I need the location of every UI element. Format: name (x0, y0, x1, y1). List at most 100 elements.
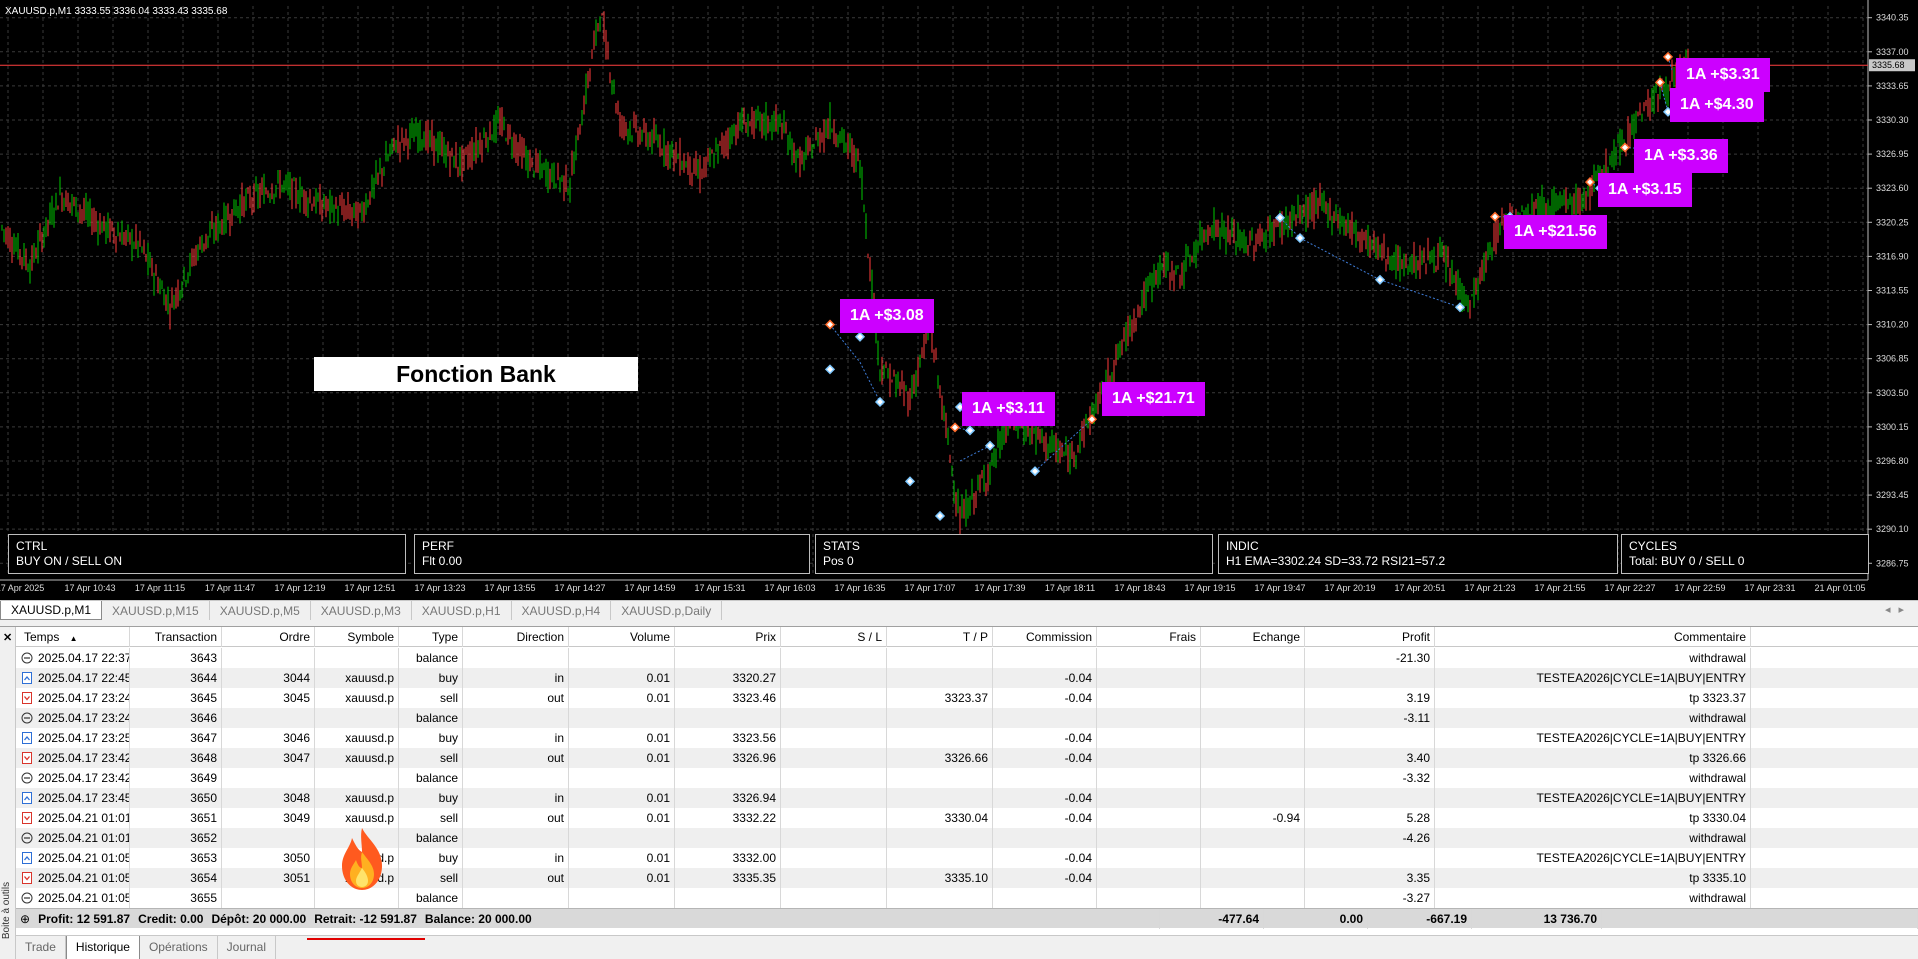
chart-tab-m3[interactable]: XAUUSD.p,M3 (311, 601, 412, 620)
cell-value: -0.94 (1272, 811, 1300, 825)
table-row[interactable]: 2025.04.17 23:45:00 3650 3048 xauusd.p buy in… (16, 788, 1918, 808)
column-header-profit[interactable]: Profit (1305, 627, 1435, 647)
time-tick-label: 17 Apr 22:27 (1604, 583, 1655, 593)
trading-terminal: 3340.35 3337.00 3333.65 3330.30 3326.95 3323.… (0, 0, 1918, 959)
column-header-label: S / L (857, 630, 882, 644)
table-row[interactable]: 2025.04.21 01:01:00 3651 3049 xauusd.p sell o… (16, 808, 1918, 828)
column-header-prix[interactable]: Prix (675, 627, 781, 647)
panel-line: Pos 0 (823, 554, 854, 568)
cell-value: 3646 (190, 711, 217, 725)
table-row[interactable]: 2025.04.21 01:01:00 3652 balance -4.26 withd… (16, 828, 1918, 848)
column-header-volume[interactable]: Volume (569, 627, 675, 647)
cell-type: balance (399, 648, 463, 668)
chart-tab-daily[interactable]: XAUUSD.p,Daily (611, 601, 723, 620)
table-row[interactable]: 2025.04.17 22:45:00 3644 3044 xauusd.p buy in… (16, 668, 1918, 688)
bank-function-label: Fonction Bank (314, 357, 638, 391)
column-header-ordre[interactable]: Ordre (222, 627, 315, 647)
buy-deal-icon (22, 852, 32, 864)
cell-profit: 5.28 (1305, 808, 1435, 828)
price-tick-label: 3326.95 (1876, 149, 1909, 159)
column-header-label: Direction (516, 630, 564, 644)
cell-value: -3.27 (1402, 891, 1430, 905)
cell-prix: 3326.96 (675, 748, 781, 768)
expand-icon[interactable]: ⊕ (20, 912, 30, 926)
tab-journal[interactable]: Journal (218, 936, 276, 959)
balance-icon (21, 652, 33, 664)
table-row[interactable]: 2025.04.17 23:25:00 3647 3046 xauusd.p buy in… (16, 728, 1918, 748)
time-tick-label: 17 Apr 11:47 (205, 583, 255, 593)
cell-transaction: 3645 (130, 688, 222, 708)
chart-tab-m15[interactable]: XAUUSD.p,M15 (102, 601, 210, 620)
table-row[interactable]: 2025.04.17 23:42:27 3649 balance -3.32 withd… (16, 768, 1918, 788)
chart-tab-m1[interactable]: XAUUSD.p,M1 (0, 601, 103, 620)
table-row[interactable]: 2025.04.17 23:24:16 3646 balance -3.11 withd… (16, 708, 1918, 728)
cell-temps: 2025.04.17 23:25:00 (16, 728, 130, 748)
cell-value: -0.04 (1064, 731, 1092, 745)
indic-panel: INDIC H1 EMA=3302.24 SD=33.72 RSI21=57.2 (1218, 534, 1618, 574)
panel-line: Total: BUY 0 / SELL 0 (1629, 554, 1745, 568)
chart-tab-h4[interactable]: XAUUSD.p,H4 (512, 601, 612, 620)
column-header-echange[interactable]: Echange (1201, 627, 1305, 647)
cell-value: out (547, 871, 564, 885)
cell-prix: 3323.56 (675, 728, 781, 748)
chart-tab-m5[interactable]: XAUUSD.p,M5 (210, 601, 311, 620)
cell-transaction: 3650 (130, 788, 222, 808)
column-header-label: Commentaire (1673, 630, 1746, 644)
column-header-commentaire[interactable]: Commentaire (1435, 627, 1751, 647)
trade-badge: 1A +$3.11 (962, 392, 1055, 426)
tab-scroll-arrows-icon[interactable]: ◂▸ (1885, 603, 1912, 616)
column-header-commission[interactable]: Commission (993, 627, 1097, 647)
tab-operations[interactable]: Opérations (140, 936, 218, 959)
cell-value: 3650 (190, 791, 217, 805)
cell-transaction: 3651 (130, 808, 222, 828)
price-tick-label: 3337.00 (1876, 47, 1909, 57)
column-header-direction[interactable]: Direction (463, 627, 569, 647)
time-tick-label: 17 Apr 19:47 (1254, 583, 1305, 593)
cell-value: -0.04 (1064, 871, 1092, 885)
cell-commentaire: TESTEA2026|CYCLE=1A|BUY|ENTRY (1435, 788, 1751, 808)
cell-direction (463, 708, 569, 728)
cell-ordre: 3046 (222, 728, 315, 748)
panel-title: CYCLES (1629, 539, 1678, 553)
cell-frais (1097, 728, 1201, 748)
table-row[interactable]: 2025.04.17 22:37:54 3643 balance -21.30 with… (16, 648, 1918, 668)
cell-tp (887, 768, 993, 788)
table-row[interactable]: 2025.04.21 01:05:0036533050xauusd.pbuyin… (16, 848, 1918, 868)
cell-value: 3647 (190, 731, 217, 745)
time-tick-label: 17 Apr 21:55 (1534, 583, 1585, 593)
chart-canvas[interactable]: 3340.35 3337.00 3333.65 3330.30 3326.95 3323.… (0, 0, 1918, 600)
fire-icon (342, 828, 382, 890)
price-tick-label: 3296.80 (1876, 456, 1909, 466)
balance-icon (21, 832, 33, 844)
summary-frais: 0.00 (1264, 909, 1368, 929)
balance-icon (21, 712, 33, 724)
column-header-tp[interactable]: T / P (887, 627, 993, 647)
table-row[interactable]: 2025.04.21 01:05:4336543051xauusd.psello… (16, 868, 1918, 888)
column-header-frais[interactable]: Frais (1097, 627, 1201, 647)
ctrl-panel: CTRL BUY ON / SELL ON (8, 534, 406, 574)
summary-totals: ⊕ Profit: 12 591.87 Credit: 0.00 Dépôt: 20 … (16, 909, 1160, 929)
column-header-sl[interactable]: S / L (781, 627, 887, 647)
cell-sl (781, 888, 887, 908)
close-icon[interactable]: ✕ (3, 631, 12, 644)
cell-value: 3323.37 (944, 691, 988, 705)
cell-value: 3335.35 (732, 871, 776, 885)
column-header-label: T / P (962, 630, 988, 644)
cell-value: 3045 (283, 691, 310, 705)
tab-trade[interactable]: Trade (16, 936, 66, 959)
tab-historique[interactable]: Historique (65, 936, 140, 959)
cell-value: 3050 (283, 851, 310, 865)
cell-volume: 0.01 (569, 868, 675, 888)
column-header-temps[interactable]: Temps ▲ (16, 627, 130, 647)
price-chart[interactable]: 3340.35 3337.00 3333.65 3330.30 3326.95 3323.… (0, 0, 1918, 600)
cell-volume (569, 648, 675, 668)
table-row[interactable]: 2025.04.21 01:05:43 3655 balance -3.27 withd… (16, 888, 1918, 908)
table-row[interactable]: 2025.04.17 23:24:16 3645 3045 xauusd.p sell o… (16, 688, 1918, 708)
column-header-transaction[interactable]: Transaction (130, 627, 222, 647)
column-header-type[interactable]: Type (399, 627, 463, 647)
column-header-symbole[interactable]: Symbole (315, 627, 399, 647)
table-row[interactable]: 2025.04.17 23:42:27 3648 3047 xauusd.p sell o… (16, 748, 1918, 768)
chart-tab-h1[interactable]: XAUUSD.p,H1 (412, 601, 512, 620)
price-tick-label: 3286.75 (1876, 558, 1909, 568)
cell-frais (1097, 828, 1201, 848)
